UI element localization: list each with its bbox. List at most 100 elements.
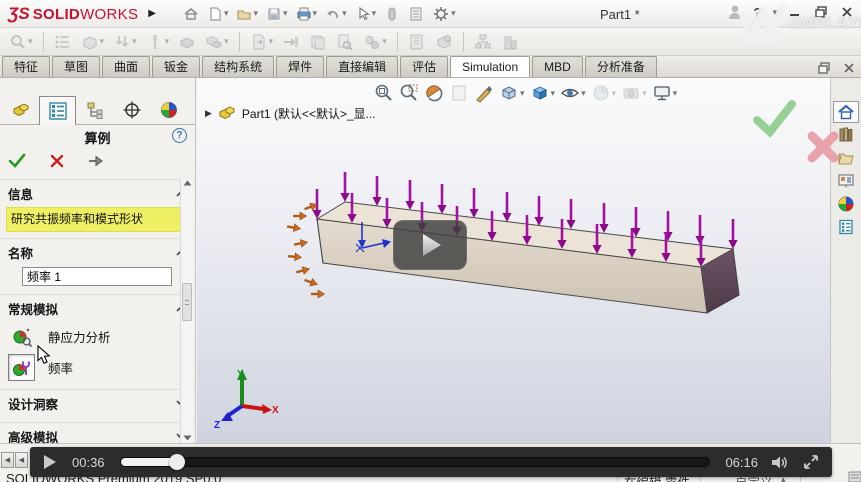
scroll-down-icon[interactable] <box>183 435 192 441</box>
advanced-simulation-section-header[interactable]: 高级模拟 <box>0 422 195 443</box>
name-section-header[interactable]: 名称 <box>0 238 195 265</box>
tab-analysis-preparation[interactable]: 分析准备 <box>585 56 657 77</box>
appearances-button[interactable]: ▾ <box>590 82 618 104</box>
static-analysis-icon-button[interactable] <box>8 323 35 350</box>
static-analysis-item[interactable]: 静应力分析 <box>0 321 195 352</box>
player-play-button[interactable] <box>43 454 57 470</box>
scroll-up-icon[interactable] <box>183 180 192 186</box>
restore-icon[interactable] <box>813 4 829 20</box>
search-commands-button[interactable]: ▾ <box>6 31 36 53</box>
configurationmanager-tab[interactable] <box>76 95 113 124</box>
fullscreen-icon[interactable] <box>803 454 819 470</box>
properties-button[interactable] <box>405 4 427 24</box>
volume-icon[interactable] <box>771 455 790 470</box>
displaymanager-tab[interactable] <box>150 95 187 124</box>
copy-sheets-button[interactable] <box>306 31 330 53</box>
apply-scene-button[interactable]: ▾ <box>620 82 648 104</box>
drawing-view-button[interactable] <box>448 82 470 104</box>
ds-logo-mark: ƷS <box>8 4 30 24</box>
tab-simulation[interactable]: Simulation <box>450 56 530 77</box>
tab-evaluate[interactable]: 评估 <box>400 56 448 77</box>
tab-scroll-prev-button[interactable]: ◀ <box>15 452 28 468</box>
tab-sketch[interactable]: 草图 <box>52 56 100 77</box>
view-orientation-button[interactable]: ▾ <box>529 82 557 104</box>
fastener-button[interactable]: ▾ <box>143 31 173 53</box>
doc-restore-icon[interactable] <box>816 60 832 76</box>
featuremanager-tab[interactable] <box>2 95 39 124</box>
menu-flyout-arrow-icon[interactable]: ▶ <box>148 8 156 19</box>
design-binder-button[interactable] <box>405 31 429 53</box>
hide-show-items-button[interactable]: ▾ <box>559 82 587 104</box>
graphics-viewport[interactable]: ▾ ▾ ▾ ▾ ▾ ▾ ▶ Part1 (默认<<默认>_显... <box>197 78 830 443</box>
toggle-button[interactable] <box>381 4 403 24</box>
undo-button[interactable]: ▾ <box>322 4 350 24</box>
tab-scroll-first-button[interactable]: ◀ <box>1 452 14 468</box>
custom-properties-button[interactable] <box>833 216 859 238</box>
building-structure-button[interactable] <box>498 31 522 53</box>
save-button[interactable]: ▾ <box>263 4 291 24</box>
gear-tools-button[interactable]: ▾ <box>360 31 390 53</box>
ok-check-icon[interactable] <box>8 152 26 170</box>
stamp-button[interactable] <box>432 31 456 53</box>
doc-close-icon[interactable] <box>841 60 857 76</box>
view-settings-button[interactable]: ▾ <box>651 82 679 104</box>
frequency-icon-button[interactable] <box>8 354 35 381</box>
tab-mbd[interactable]: MBD <box>532 56 583 77</box>
import-geometry-button[interactable]: ▾ <box>247 31 277 53</box>
options-button[interactable]: ▾ <box>429 3 459 25</box>
close-icon[interactable] <box>839 4 855 20</box>
minimize-icon[interactable] <box>787 4 803 20</box>
multibody-button[interactable]: ▾ <box>202 31 232 53</box>
feature-tree-flyout[interactable]: ▶ Part1 (默认<<默认>_显... <box>205 104 376 122</box>
export-button[interactable] <box>279 31 303 53</box>
taskpane-home-button[interactable] <box>833 101 859 123</box>
select-button[interactable]: ▾ <box>352 4 380 24</box>
zoom-area-button[interactable] <box>398 82 420 104</box>
new-document-button[interactable]: ▾ <box>204 4 232 24</box>
reorder-features-button[interactable]: ▾ <box>110 31 140 53</box>
video-play-overlay-button[interactable] <box>393 220 467 270</box>
cancel-x-icon[interactable] <box>49 153 65 169</box>
section-view-button[interactable] <box>423 82 445 104</box>
statusbar-tag-icon[interactable] <box>848 471 861 482</box>
design-library-button[interactable] <box>833 124 859 146</box>
scrollbar-thumb[interactable] <box>182 283 192 321</box>
help-icon[interactable]: ? <box>754 5 762 20</box>
schematic-button[interactable] <box>471 31 495 53</box>
filter-tree-button[interactable] <box>51 31 75 53</box>
check-geometry-button[interactable] <box>333 31 357 53</box>
dimxpertmanager-tab[interactable] <box>113 95 150 124</box>
study-name-input[interactable] <box>22 267 172 286</box>
user-account-icon[interactable] <box>726 3 744 21</box>
tree-expand-icon[interactable]: ▶ <box>205 108 212 119</box>
file-explorer-button[interactable] <box>833 147 859 169</box>
open-button[interactable]: ▾ <box>233 4 261 24</box>
tab-weldments[interactable]: 焊件 <box>276 56 324 77</box>
help-caret-icon[interactable]: ▾ <box>772 7 777 18</box>
tab-structure-system[interactable]: 结构系统 <box>202 56 274 77</box>
player-progress-track[interactable] <box>120 457 711 467</box>
appearances-pane-button[interactable] <box>833 193 859 215</box>
tab-direct-editing[interactable]: 直接编辑 <box>326 56 398 77</box>
pin-icon[interactable] <box>88 153 104 169</box>
propertymanager-tab[interactable] <box>39 96 76 125</box>
home-button[interactable] <box>180 4 202 24</box>
design-insight-section-header[interactable]: 设计洞察 <box>0 389 195 416</box>
isolate-body-button[interactable]: ▾ <box>78 31 108 53</box>
material-button[interactable] <box>175 31 199 53</box>
tab-surfaces[interactable]: 曲面 <box>102 56 150 77</box>
player-progress-thumb[interactable] <box>169 454 185 470</box>
frequency-item[interactable]: 频率 <box>0 352 195 383</box>
view-palette-button[interactable] <box>833 170 859 192</box>
info-section-header[interactable]: 信息 <box>0 179 195 206</box>
tab-features[interactable]: 特征 <box>2 56 50 77</box>
edit-appearance-button[interactable] <box>473 82 495 104</box>
tab-sheet-metal[interactable]: 钣金 <box>152 56 200 77</box>
zoom-fit-button[interactable] <box>373 82 395 104</box>
view-cube-button[interactable]: ▾ <box>498 82 526 104</box>
general-simulation-section-header[interactable]: 常规模拟 <box>0 294 195 321</box>
print-button[interactable]: ▾ <box>293 4 321 24</box>
panel-scrollbar[interactable] <box>180 178 193 443</box>
home-icon <box>183 6 199 22</box>
panel-help-icon[interactable]: ? <box>172 128 187 143</box>
